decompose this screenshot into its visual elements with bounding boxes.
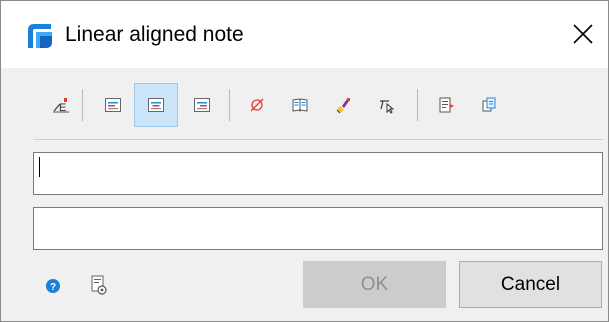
align-right-button[interactable]	[180, 83, 224, 127]
close-icon	[573, 24, 593, 44]
svg-text:?: ?	[50, 282, 56, 293]
cancel-button[interactable]: Cancel	[459, 261, 602, 308]
toolbar-separator	[82, 89, 83, 121]
help-button[interactable]: ?	[43, 276, 63, 296]
align-center-icon	[148, 98, 164, 112]
symbol-library-button[interactable]	[278, 83, 322, 127]
note-line-1-input[interactable]	[33, 152, 603, 195]
format-painter-button[interactable]	[321, 83, 365, 127]
symbol-library-icon	[292, 98, 308, 112]
copy-icon	[482, 97, 496, 112]
format-painter-icon	[336, 98, 350, 114]
text-caret	[39, 157, 40, 177]
insert-text-icon	[439, 97, 454, 113]
app-icon	[25, 21, 55, 51]
insert-text-button[interactable]	[424, 83, 468, 127]
note-add-icon: E	[53, 98, 69, 114]
leader-pick-button[interactable]	[365, 83, 409, 127]
copy-button[interactable]	[467, 83, 511, 127]
note-add-button[interactable]: E	[39, 83, 83, 127]
note-line-2-input[interactable]	[33, 207, 603, 250]
leader-pick-icon	[380, 100, 395, 114]
ok-button[interactable]: OK	[303, 261, 446, 308]
align-left-button[interactable]	[91, 83, 135, 127]
title-bar: Linear aligned note	[1, 1, 608, 68]
diameter-symbol-icon	[250, 98, 264, 112]
help-icon: ?	[46, 279, 60, 293]
toolbar-separator	[229, 89, 230, 121]
align-center-button[interactable]	[134, 83, 178, 127]
diameter-symbol-button[interactable]	[235, 83, 279, 127]
dialog-title: Linear aligned note	[65, 23, 244, 46]
close-button[interactable]	[561, 14, 605, 54]
toolbar-divider	[33, 139, 603, 140]
settings-icon	[91, 275, 107, 295]
toolbar-separator	[417, 89, 418, 121]
settings-button[interactable]	[87, 273, 111, 297]
align-right-icon	[194, 98, 210, 112]
linear-aligned-note-dialog: Linear aligned note E ? OK Cancel	[0, 0, 609, 322]
align-left-icon	[105, 98, 121, 112]
